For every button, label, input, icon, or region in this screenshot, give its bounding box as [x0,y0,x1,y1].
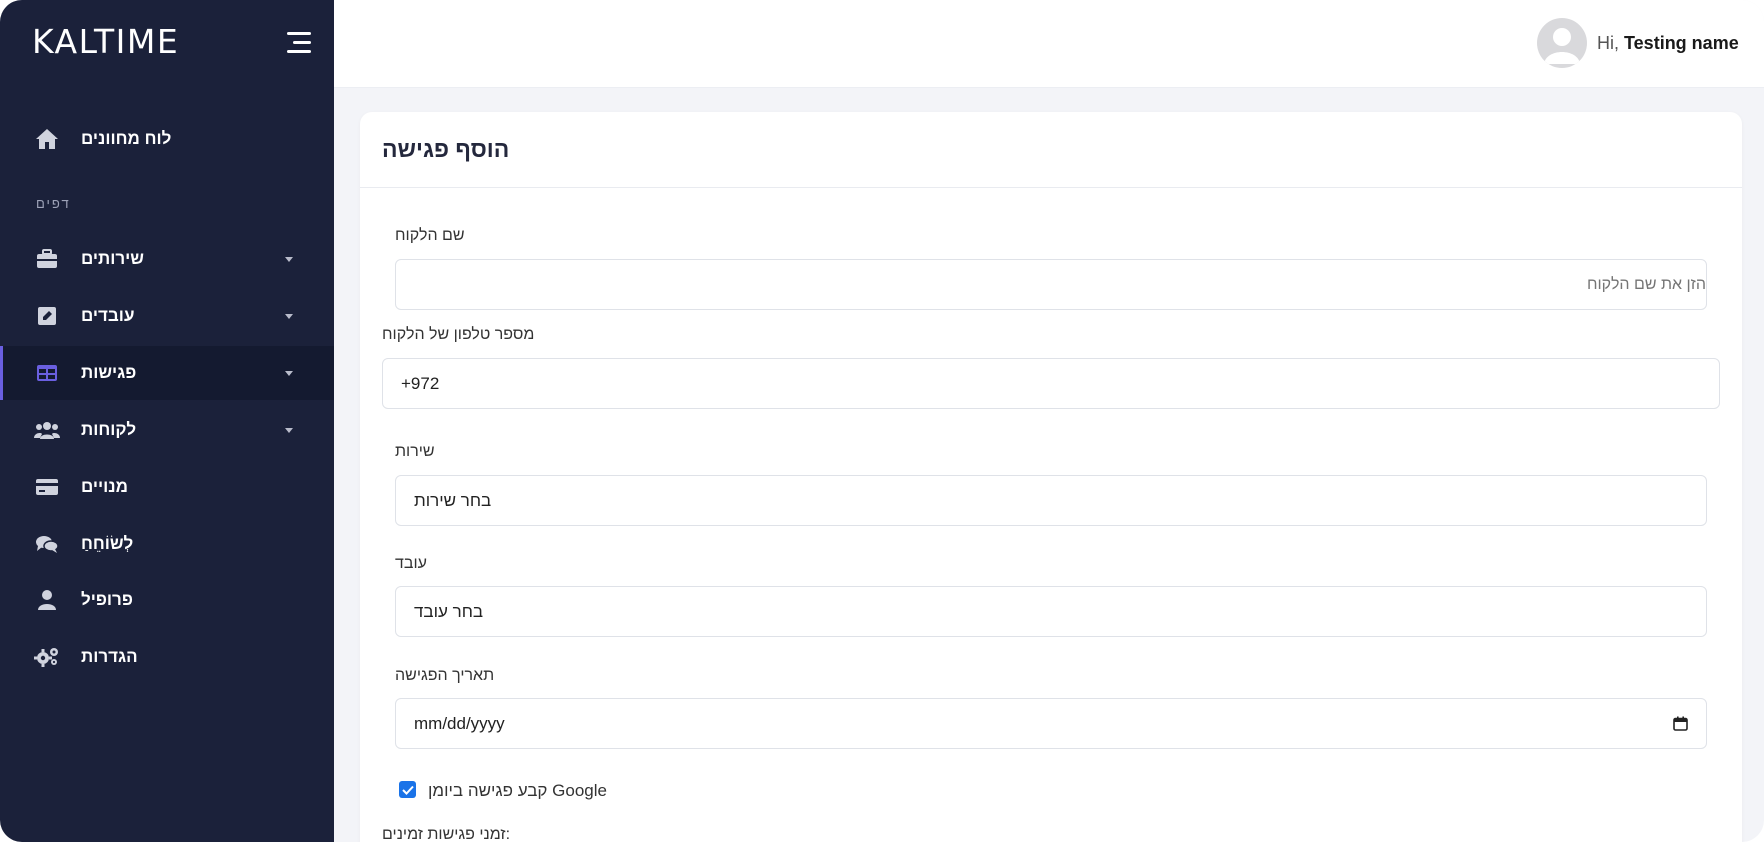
customer-name-label: שם הלקוח [395,227,465,244]
google-calendar-checkbox[interactable] [399,781,416,798]
gears-icon [34,644,60,670]
menu-toggle-icon[interactable] [283,32,311,54]
available-times-label: זמני פגישות זמינים: [382,826,511,842]
sidebar-item-label: לְשׂוֹחֵחַ [81,534,134,553]
calendar-icon[interactable] [1673,716,1688,731]
sidebar-item-meetings[interactable]: פגישות [0,346,334,400]
sidebar-item-label: שירותים [81,249,144,268]
customer-name-input[interactable] [395,259,1707,310]
sidebar-item-chat[interactable]: לְשׂוֹחֵחַ [0,517,334,571]
chat-icon [34,531,60,557]
avatar[interactable] [1537,18,1587,68]
date-value: mm/dd/yyyy [414,713,505,733]
sidebar-item-services[interactable]: שירותים [0,232,334,286]
user-greeting[interactable]: Hi, Testing name [1597,33,1739,54]
app-frame: KALTIME לוח מחוונים דפים שירותים עובדים [0,0,1764,842]
section-label: דפים [36,196,71,211]
service-select[interactable]: בחר שירות [395,475,1707,526]
table-icon [34,360,60,386]
user-icon [34,587,60,613]
chevron-down-icon [285,313,293,319]
sidebar-item-settings[interactable]: הגדרות [0,630,334,684]
sidebar-item-label: לוח מחוונים [81,129,172,148]
sidebar-item-dashboard[interactable]: לוח מחוונים [0,112,334,166]
home-icon [34,126,60,152]
sidebar-item-label: עובדים [81,306,135,325]
google-calendar-label[interactable]: קבע פגישה ביומן Google [428,781,607,801]
divider [360,187,1742,188]
employee-select[interactable]: בחר עובד [395,586,1707,637]
credit-card-icon [34,474,60,500]
phone-label: מספר טלפון של הלקוח [382,326,535,343]
sidebar-item-label: לקוחות [81,420,137,439]
sidebar-item-label: מנויים [81,477,128,496]
sidebar-item-subscriptions[interactable]: מנויים [0,460,334,514]
sidebar: KALTIME לוח מחוונים דפים שירותים עובדים [0,0,334,842]
sidebar-item-employees[interactable]: עובדים [0,289,334,343]
chevron-down-icon [285,427,293,433]
sidebar-item-customers[interactable]: לקוחות [0,403,334,457]
page-title: הוסף פגישה [382,136,510,162]
phone-input[interactable]: +972 [382,358,1720,409]
service-label: שירות [395,443,435,460]
sidebar-item-label: הגדרות [81,647,138,666]
chevron-down-icon [285,256,293,262]
greeting-text: Hi, [1597,33,1619,53]
meeting-date-input[interactable]: mm/dd/yyyy [395,698,1707,749]
user-name: Testing name [1624,33,1739,53]
chevron-down-icon [285,370,293,376]
sidebar-item-label: פרופיל [81,590,133,609]
edit-square-icon [34,303,60,329]
sidebar-item-label: פגישות [81,363,137,382]
brand-logo[interactable]: KALTIME [32,22,179,61]
date-label: תאריך הפגישה [395,667,495,684]
sidebar-item-profile[interactable]: פרופיל [0,573,334,627]
briefcase-icon [34,246,60,272]
users-icon [34,417,60,443]
employee-label: עובד [395,555,427,572]
